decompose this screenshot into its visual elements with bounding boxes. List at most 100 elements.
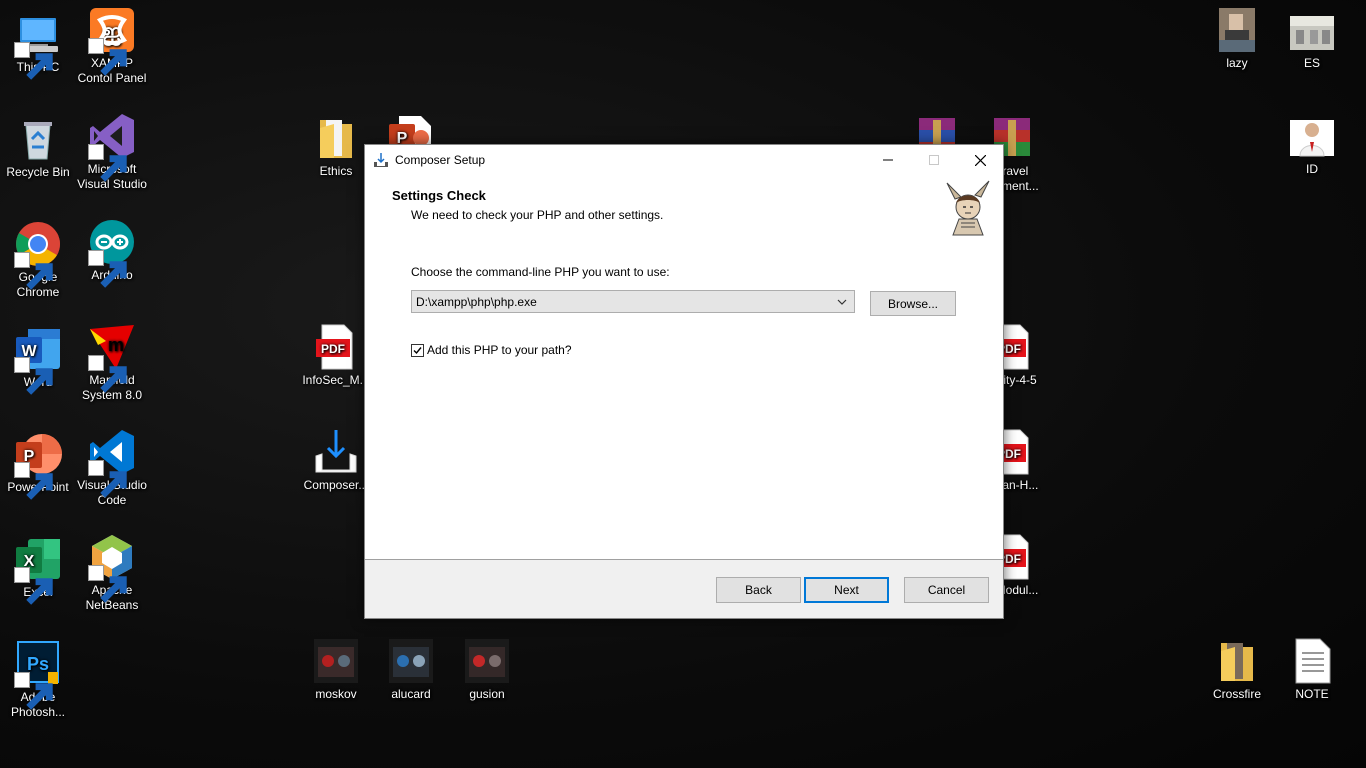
- minimize-icon: [883, 159, 893, 161]
- desktop-icon-note[interactable]: NOTE: [1274, 637, 1350, 702]
- shortcut-arrow-icon: [14, 672, 53, 710]
- php-path-value: D:\xampp\php\php.exe: [416, 294, 537, 309]
- desktop-icon-ethics[interactable]: Ethics: [298, 114, 374, 179]
- powerpoint-icon: P: [14, 430, 62, 500]
- chrome-icon: [14, 220, 62, 290]
- desktop-icon-arduino[interactable]: Arduino: [74, 218, 150, 288]
- game-image-icon: [387, 637, 435, 685]
- checkmark-icon: [413, 346, 422, 354]
- desktop-icon-visual-studio[interactable]: Microsoft Visual Studio: [74, 112, 150, 192]
- shortcut-arrow-icon: [14, 462, 53, 500]
- vscode-icon: [88, 428, 136, 498]
- svg-text:PDF: PDF: [321, 342, 345, 356]
- desktop-icon-label: Recycle Bin: [6, 165, 70, 179]
- photo-icon: [1213, 6, 1261, 54]
- svg-text:Ps: Ps: [27, 654, 49, 674]
- shortcut-arrow-icon: [14, 357, 53, 395]
- desktop-icon-es[interactable]: ES: [1274, 6, 1350, 71]
- text-file-icon: [1288, 637, 1336, 685]
- desktop-icon-gusion[interactable]: gusion: [449, 637, 525, 702]
- installer-icon: [312, 428, 360, 476]
- shortcut-arrow-icon: [88, 144, 127, 182]
- add-path-label: Add this PHP to your path?: [427, 343, 572, 357]
- game-image-icon: [312, 637, 360, 685]
- desktop-icon-label: ES: [1303, 56, 1320, 70]
- desktop-icon-label: Ethics: [319, 164, 353, 178]
- desktop-icon-this-pc[interactable]: This PC: [0, 10, 76, 80]
- page-heading: Settings Check: [392, 188, 486, 203]
- composer-setup-icon: [374, 153, 388, 167]
- desktop-icon-alucard[interactable]: alucard: [373, 637, 449, 702]
- pdf-icon: PDF: [312, 323, 360, 371]
- desktop-icon-label: Crossfire: [1212, 687, 1261, 701]
- shortcut-arrow-icon: [88, 460, 127, 498]
- choose-php-label: Choose the command-line PHP you want to …: [411, 265, 670, 279]
- dialog-title: Composer Setup: [395, 153, 486, 167]
- word-icon: W: [14, 325, 62, 395]
- desktop-icon-word[interactable]: W Word: [0, 325, 76, 395]
- desktop-icon-lazy[interactable]: lazy: [1199, 6, 1275, 71]
- desktop-icon-label: lazy: [1226, 56, 1248, 70]
- desktop-icon-powerpoint[interactable]: P PowerPoint: [0, 430, 76, 500]
- add-path-option[interactable]: Add this PHP to your path?: [411, 343, 572, 357]
- desktop-icon-label: moskov: [315, 687, 357, 701]
- desktop-icon-label: ID: [1306, 162, 1318, 176]
- chevron-down-icon: [837, 299, 847, 305]
- cancel-button[interactable]: Cancel: [904, 577, 989, 603]
- folder-icon: [312, 114, 360, 162]
- xampp-icon: ஐ: [88, 6, 136, 76]
- netbeans-icon: [88, 533, 136, 603]
- maximize-button: [911, 145, 957, 175]
- page-subheading: We need to check your PHP and other sett…: [411, 208, 664, 222]
- php-path-select[interactable]: D:\xampp\php\php.exe: [411, 290, 855, 313]
- composer-mascot-icon: [941, 179, 995, 237]
- desktop-icon-photoshop[interactable]: Ps Adobe Photosh...: [0, 640, 76, 720]
- svg-text:m: m: [108, 335, 124, 355]
- desktop-icon-crossfire[interactable]: Crossfire: [1199, 637, 1275, 702]
- photo-icon: [1288, 112, 1336, 160]
- arduino-icon: [88, 218, 136, 288]
- dialog-content: Settings Check We need to check your PHP…: [365, 175, 1003, 560]
- close-icon: [974, 154, 986, 166]
- shortcut-arrow-icon: [14, 567, 53, 605]
- footer-divider: [365, 559, 1003, 560]
- desktop-icon-composer[interactable]: Composer...: [298, 428, 374, 493]
- add-path-checkbox[interactable]: [411, 343, 424, 357]
- excel-icon: X: [14, 535, 62, 605]
- desktop-icon-excel[interactable]: X Excel: [0, 535, 76, 605]
- photoshop-icon: Ps: [14, 640, 62, 710]
- next-button[interactable]: Next: [804, 577, 889, 603]
- recycle-bin-icon: [14, 115, 62, 163]
- shortcut-arrow-icon: [14, 252, 53, 290]
- manifold-icon: m: [88, 323, 136, 393]
- desktop-icon-infosec[interactable]: PDF InfoSec_M...: [298, 323, 374, 388]
- minimize-button[interactable]: [865, 145, 911, 175]
- desktop-icon-label: Composer...: [303, 478, 369, 492]
- shortcut-arrow-icon: [88, 355, 127, 393]
- desktop-icon-manifold[interactable]: m Manifold System 8.0: [74, 323, 150, 403]
- photo-icon: [1288, 6, 1336, 54]
- desktop-icon-netbeans[interactable]: Apache NetBeans: [74, 533, 150, 613]
- shortcut-arrow-icon: [14, 42, 53, 80]
- desktop-icon-vscode[interactable]: Visual Studio Code: [74, 428, 150, 508]
- desktop-icon-label: InfoSec_M...: [302, 373, 370, 387]
- composer-setup-dialog: Composer Setup Settings Check We need to…: [364, 144, 1004, 619]
- shortcut-arrow-icon: [88, 250, 127, 288]
- game-image-icon: [463, 637, 511, 685]
- desktop-icon-id[interactable]: ID: [1274, 112, 1350, 177]
- desktop-icon-recycle-bin[interactable]: Recycle Bin: [0, 115, 76, 180]
- this-pc-icon: [14, 10, 62, 80]
- shortcut-arrow-icon: [88, 565, 127, 603]
- desktop-icon-label: NOTE: [1295, 687, 1329, 701]
- dialog-titlebar[interactable]: Composer Setup: [365, 145, 1003, 175]
- desktop-icon-xampp[interactable]: ஐ XAMPP Contol Panel: [74, 6, 150, 86]
- desktop-icon-label: gusion: [469, 687, 505, 701]
- browse-button[interactable]: Browse...: [870, 291, 956, 316]
- desktop-icon-label: alucard: [391, 687, 431, 701]
- back-button[interactable]: Back: [716, 577, 801, 603]
- visual-studio-icon: [88, 112, 136, 182]
- desktop-icon-moskov[interactable]: moskov: [298, 637, 374, 702]
- desktop-icon-chrome[interactable]: Google Chrome: [0, 220, 76, 300]
- close-button[interactable]: [957, 145, 1003, 175]
- shortcut-arrow-icon: [88, 38, 127, 76]
